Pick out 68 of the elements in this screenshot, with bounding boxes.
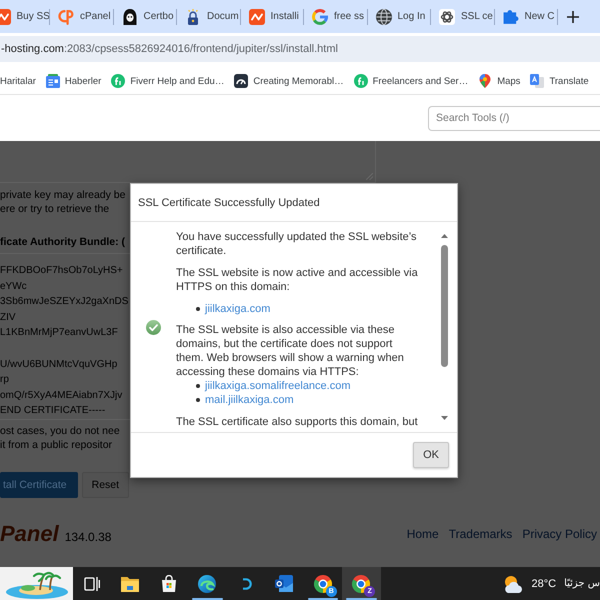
browser-tab[interactable]: SSL ce [431,0,494,33]
browser-tab[interactable]: Buy SS [0,0,50,33]
scrollbar-thumb[interactable] [440,245,448,367]
task-view-icon [84,576,100,592]
segmented-circle-icon [314,574,332,592]
domain-link[interactable]: jiilkaxiga.com [205,302,270,316]
newspaper-icon [46,74,60,88]
temperature-text: 28°C [531,578,556,590]
hint-text: private key may already be [0,188,126,202]
browser-tab[interactable]: Installi [240,0,304,33]
wave-logo-icon [198,574,216,592]
map-pin-icon [478,74,492,88]
shopping-bag-icon [160,575,177,592]
bookmark[interactable]: Translate [530,74,589,88]
circle-logo-icon [111,74,126,88]
hint-text: ost cases, you do not nee [0,424,120,438]
lock-icon [185,8,201,24]
logo: Panel [0,521,59,547]
domain-link[interactable]: jiilkaxiga.somalifreelance.com [205,379,351,393]
browser-tab[interactable]: Certbo [114,0,177,33]
envelope-app-icon [275,575,294,592]
gauge-logo-icon [234,74,248,88]
browser-tab[interactable]: free ss [304,0,368,33]
g-logo-icon [312,8,328,24]
circle-logo-icon [354,74,368,88]
version-text: 134.0.38 [64,530,112,544]
hooded-figure-icon [122,8,138,24]
knot-logo-icon [439,8,455,24]
sun-cloud-icon [503,574,524,592]
address-field[interactable]: -hosting.com:2083/cpsess5826924016/frontend/jupiter/ssl/install.html [0,36,600,62]
domain-link[interactable]: mail.jiilkaxiga.com [205,393,294,407]
scroll-down-arrow-icon[interactable] [440,416,448,420]
bullet-icon [196,384,200,388]
search-field[interactable]: Search Tools (/) [428,106,600,130]
globe-icon [376,8,392,24]
folder-icon [121,576,140,592]
dialog-text: You have successfully updated the SSL website’s certificate. [176,230,418,258]
bookmark[interactable]: Maps [478,74,520,88]
bookmark[interactable]: Creating Memorabl… [234,74,344,88]
dialog-text: The SSL certificate also supports this domain, but [176,415,418,429]
scroll-up-arrow-icon[interactable] [440,234,448,238]
zigzag-logo-icon [248,8,264,24]
dialog-title: SSL Certificate Successfully Updated [138,196,320,208]
plus-icon [567,10,579,22]
dialog-text: The SSL website is also accessible via these domains, but the certificate does not support them. Web browsers will show a warning when accessing these domains via HTTPS: [176,323,405,379]
hint-text: it from a public repositor [0,438,112,452]
browser-tab[interactable]: New C [494,0,558,33]
translate-icon [530,74,544,88]
segmented-circle-icon [352,574,370,592]
browser-tab[interactable]: Log In [368,0,431,33]
browser-tab[interactable]: Docum [177,0,240,33]
bookmark[interactable]: Haberler [46,74,102,88]
check-circle-icon [146,320,161,334]
bookmark[interactable]: Freelancers and Ser… [354,74,468,88]
bookmark[interactable]: Haritalar [0,76,36,86]
resize-grip-icon[interactable] [366,173,373,180]
puzzle-icon [502,8,518,24]
swoosh-logo-icon [58,8,74,24]
new-tab-button[interactable] [567,10,579,22]
field-label: ficate Authority Bundle: ( [0,235,126,249]
weather-text: س جزئيًا [564,578,600,589]
bookmark[interactable]: Fiverr Help and Edu… [111,74,224,88]
browser-tab[interactable]: cPanel [50,0,114,33]
ok-button[interactable]: OK [413,442,449,468]
bullet-icon [196,307,200,311]
hint-text: ere or try to retrieve the [0,202,110,216]
bullet-icon [196,398,200,402]
dialog-text: The SSL website is now active and accessible via HTTPS on this domain: [176,266,419,294]
